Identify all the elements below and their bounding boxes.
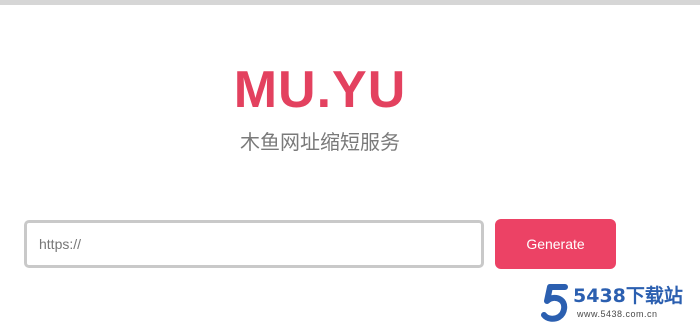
watermark: 5438下载站 www.5438.com.cn bbox=[541, 283, 691, 323]
generate-button[interactable]: Generate bbox=[495, 219, 616, 269]
url-input[interactable] bbox=[24, 220, 484, 268]
watermark-logo-icon bbox=[541, 284, 568, 322]
brand-subtitle: 木鱼网址缩短服务 bbox=[240, 130, 400, 154]
watermark-title: 5438下载站 bbox=[573, 285, 683, 307]
brand-logo: MU.YU bbox=[233, 61, 407, 119]
watermark-url: www.5438.com.cn bbox=[577, 309, 658, 319]
window-top-border bbox=[0, 0, 700, 5]
